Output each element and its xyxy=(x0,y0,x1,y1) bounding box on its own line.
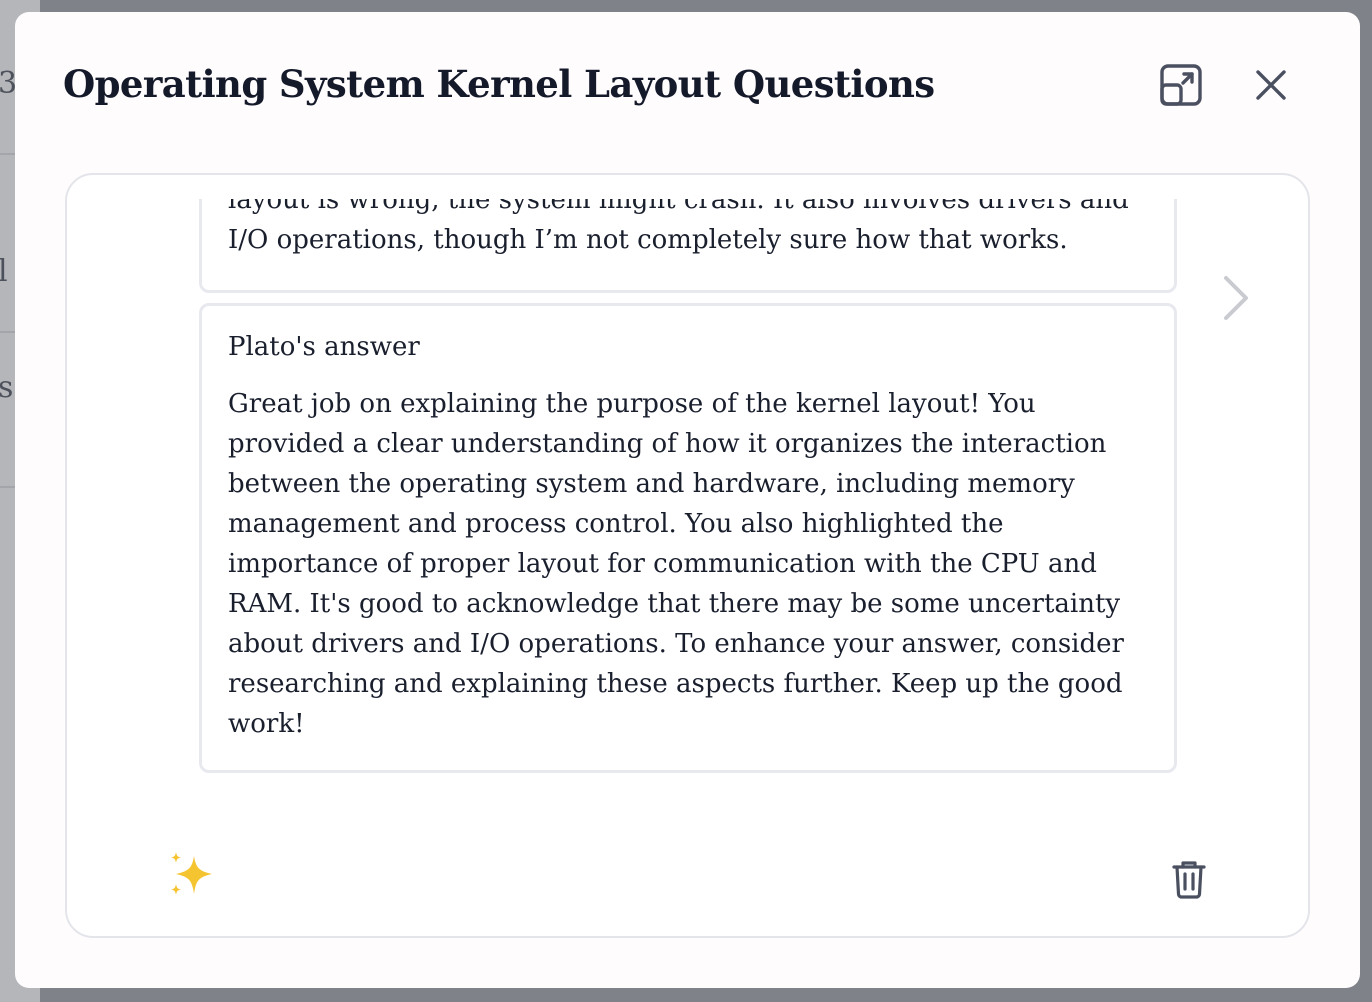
close-icon xyxy=(1256,70,1286,100)
question-modal: Operating System Kernel Layout Questions… xyxy=(15,12,1360,988)
conversation-scroll-area[interactable]: layout is wrong, the system might crash.… xyxy=(199,199,1179,779)
sparkles-icon xyxy=(171,852,212,895)
student-answer-message: layout is wrong, the system might crash.… xyxy=(199,199,1177,293)
student-answer-text: layout is wrong, the system might crash.… xyxy=(228,199,1129,255)
trash-icon xyxy=(1172,861,1206,899)
expand-button[interactable] xyxy=(1158,62,1204,108)
chevron-right-icon xyxy=(1224,276,1248,320)
close-button[interactable] xyxy=(1248,62,1294,108)
modal-title: Operating System Kernel Layout Questions xyxy=(63,62,935,106)
open-external-icon xyxy=(1160,64,1202,106)
conversation-card: layout is wrong, the system might crash.… xyxy=(65,173,1310,938)
ai-sparkle-button[interactable] xyxy=(167,850,217,900)
plato-answer-text: Great job on explaining the purpose of t… xyxy=(228,389,1124,739)
next-button[interactable] xyxy=(1215,273,1255,323)
delete-button[interactable] xyxy=(1167,857,1211,901)
plato-answer-message: Plato's answer Great job on explaining t… xyxy=(199,303,1177,773)
answer-label: Plato's answer xyxy=(228,332,420,362)
